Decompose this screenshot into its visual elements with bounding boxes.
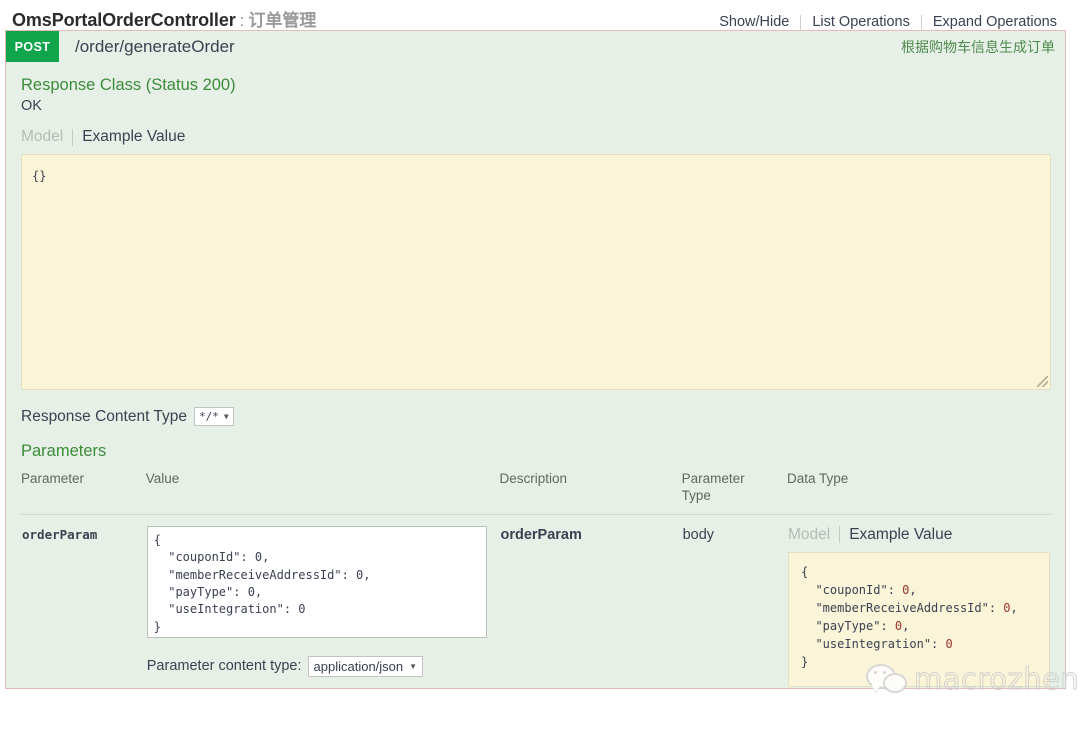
chevron-down-icon: ▼ xyxy=(409,661,418,671)
show-hide-link[interactable]: Show/Hide xyxy=(708,15,800,30)
column-header-data-type: Data Type xyxy=(787,471,1051,515)
operation-summary: 根据购物车信息生成订单 xyxy=(901,38,1055,55)
response-example-box: {} xyxy=(21,154,1051,390)
resource-subtitle: 订单管理 xyxy=(248,11,317,30)
cell-parameter-type: body xyxy=(682,514,787,688)
parameter-content-type-label: Parameter content type: xyxy=(146,658,302,675)
tab-model[interactable]: Model xyxy=(21,128,72,146)
resize-handle-icon[interactable] xyxy=(1037,376,1048,387)
operation-content: Response Class (Status 200) OK Model Exa… xyxy=(6,62,1065,688)
resource-title-separator: : xyxy=(239,11,245,30)
resource-header: OmsPortalOrderController : 订单管理 Show/Hid… xyxy=(0,0,1080,30)
parameter-value-input[interactable] xyxy=(146,525,487,638)
resource-links: Show/Hide List Operations Expand Operati… xyxy=(708,15,1068,30)
response-class-heading: Response Class (Status 200) xyxy=(21,76,236,94)
table-row: orderParam Parameter content type: appli… xyxy=(21,514,1051,688)
cell-parameter-name: orderParam xyxy=(21,514,146,688)
swagger-ui-page: OmsPortalOrderController : 订单管理 Show/Hid… xyxy=(0,0,1080,740)
response-example-code: {} xyxy=(32,169,47,183)
operation-block: POST /order/generateOrder 根据购物车信息生成订单 Re… xyxy=(5,30,1066,689)
parameter-example-box: { "couponId": 0, "memberReceiveAddressId… xyxy=(788,551,1050,687)
description-text: orderParam xyxy=(500,526,582,543)
parameter-content-type-select[interactable]: application/json ▼ xyxy=(307,655,424,677)
cell-data-type: Model Example Value { "couponId": 0, "me… xyxy=(787,514,1051,688)
tab-example-value[interactable]: Example Value xyxy=(73,128,194,146)
parameters-heading: Parameters xyxy=(21,442,107,460)
parameter-content-type-row: Parameter content type: application/json… xyxy=(146,655,499,677)
response-content-type-value: */* xyxy=(199,410,219,423)
parameter-type-text: body xyxy=(682,526,715,543)
response-class-tabs: Model Example Value xyxy=(21,128,1051,146)
tab-model-datatype[interactable]: Model xyxy=(788,526,839,544)
parameter-content-type-value: application/json xyxy=(313,658,404,674)
chevron-down-icon: ▼ xyxy=(223,412,229,421)
expand-operations-link[interactable]: Expand Operations xyxy=(920,15,1068,30)
parameter-name-label: orderParam xyxy=(22,526,98,542)
parameters-table: Parameter Value Description Parameter Ty… xyxy=(21,471,1051,688)
column-header-parameter-type-line2: Type xyxy=(681,487,711,503)
response-content-type-select[interactable]: */* ▼ xyxy=(194,407,234,426)
column-header-value: Value xyxy=(145,471,500,515)
cell-parameter-value: Parameter content type: application/json… xyxy=(146,514,500,688)
column-header-parameter-type-line1: Parameter xyxy=(681,471,745,486)
tab-example-value-datatype[interactable]: Example Value xyxy=(840,526,961,544)
response-status-text: OK xyxy=(21,98,42,114)
operation-header[interactable]: POST /order/generateOrder 根据购物车信息生成订单 xyxy=(6,31,1065,62)
column-header-parameter: Parameter xyxy=(21,471,146,515)
parameter-example-code: { "couponId": 0, "memberReceiveAddressId… xyxy=(801,564,1018,669)
cell-description: orderParam xyxy=(499,514,681,688)
data-type-tabs: Model Example Value xyxy=(788,526,1050,544)
response-content-type-label: Response Content Type xyxy=(21,407,188,425)
column-header-parameter-type: Parameter Type xyxy=(681,471,787,515)
column-header-description: Description xyxy=(499,471,682,515)
resource-title: OmsPortalOrderController xyxy=(12,10,236,30)
list-operations-link[interactable]: List Operations xyxy=(800,15,921,30)
response-content-type-row: Response Content Type */* ▼ xyxy=(21,407,1051,426)
table-header-row: Parameter Value Description Parameter Ty… xyxy=(21,471,1051,515)
http-method-badge: POST xyxy=(6,31,59,62)
